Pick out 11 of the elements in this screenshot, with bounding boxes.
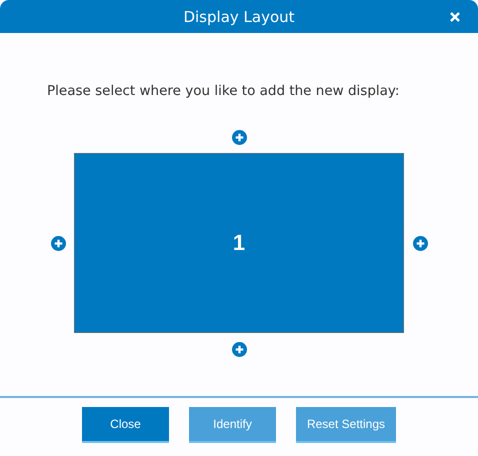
add-icon[interactable] xyxy=(232,130,246,144)
close-icon[interactable] xyxy=(450,12,460,22)
add-icon[interactable] xyxy=(232,342,246,356)
window-title: Display Layout xyxy=(183,8,295,26)
dialog-button[interactable]: Reset Settings xyxy=(296,407,396,443)
display-tile[interactable]: 1 xyxy=(74,153,404,333)
dialog-button[interactable]: Close xyxy=(82,407,169,443)
dialog-button[interactable]: Identify xyxy=(189,407,276,443)
add-icon[interactable] xyxy=(412,236,428,250)
instruction-text: Please select where you like to add the new display: xyxy=(47,83,400,99)
add-icon[interactable] xyxy=(50,236,66,250)
